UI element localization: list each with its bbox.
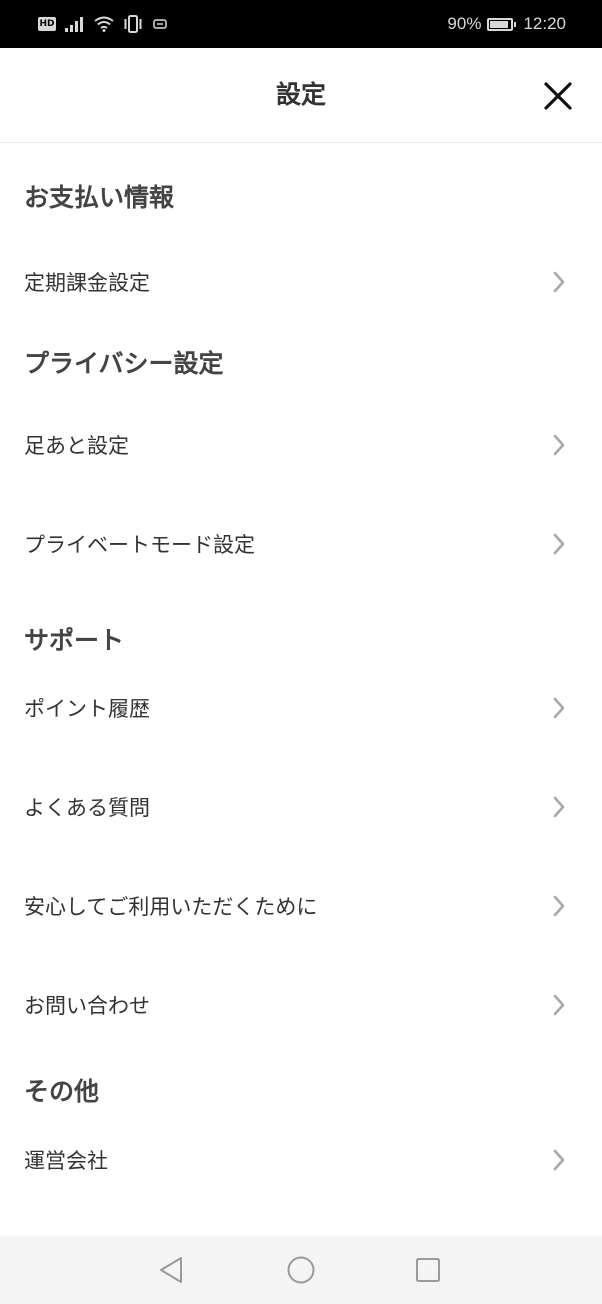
recents-square-icon[interactable] <box>412 1254 444 1286</box>
settings-row-footprints[interactable]: 足あと設定 <box>0 412 602 478</box>
section-heading-payment: お支払い情報 <box>24 182 175 212</box>
settings-row-point-history[interactable]: ポイント履歴 <box>0 672 602 744</box>
settings-row-private-mode[interactable]: プライベートモード設定 <box>0 478 602 610</box>
row-label: 運営会社 <box>24 1149 108 1173</box>
signal-icon <box>65 17 83 32</box>
section-heading-privacy: プライバシー設定 <box>24 349 224 378</box>
chevron-right-icon <box>553 271 565 293</box>
status-bar: HD 90% 12:20 <box>0 0 602 48</box>
chevron-right-icon <box>553 994 565 1016</box>
close-button[interactable] <box>538 76 578 116</box>
chevron-right-icon <box>553 1149 565 1171</box>
settings-row-contact[interactable]: お問い合わせ <box>0 942 602 1068</box>
section-heading-support: サポート <box>24 626 125 655</box>
settings-row-faq[interactable]: よくある質問 <box>0 744 602 870</box>
chevron-right-icon <box>553 697 565 719</box>
settings-screen: HD 90% 12:20 設定 お支払い情報 定期課金設定 プライバシー設定 足… <box>0 0 602 1304</box>
row-label: よくある質問 <box>24 796 150 820</box>
chevron-right-icon <box>553 796 565 818</box>
row-label: 定期課金設定 <box>24 271 150 295</box>
settings-row-safety[interactable]: 安心してご利用いただくために <box>0 870 602 942</box>
battery-icon <box>487 17 517 31</box>
notification-icon <box>153 19 167 29</box>
close-icon <box>544 82 572 110</box>
settings-row-company[interactable]: 運営会社 <box>0 1116 602 1204</box>
status-icons-left: HD <box>38 13 168 35</box>
chevron-right-icon <box>553 434 565 456</box>
row-label: ポイント履歴 <box>24 697 150 721</box>
home-circle-icon[interactable] <box>285 1254 317 1286</box>
back-triangle-icon[interactable] <box>155 1254 187 1286</box>
page-title: 設定 <box>275 80 326 109</box>
row-label: 足あと設定 <box>24 434 129 458</box>
row-label: プライベートモード設定 <box>24 533 255 557</box>
battery-level-fill <box>490 20 509 28</box>
row-label: お問い合わせ <box>24 994 150 1018</box>
settings-row-subscription[interactable]: 定期課金設定 <box>0 248 602 316</box>
battery-percent: 90% <box>447 14 482 33</box>
app-header: 設定 <box>0 48 602 143</box>
hd-icon: HD <box>38 17 56 31</box>
chevron-right-icon <box>553 895 565 917</box>
settings-list: お支払い情報 定期課金設定 プライバシー設定 足あと設定 プライベートモード設定… <box>0 143 602 1236</box>
system-nav-bar <box>0 1236 602 1304</box>
status-icons-right: 90% 12:20 <box>447 10 566 38</box>
row-label: 安心してご利用いただくために <box>24 895 318 919</box>
section-heading-other: その他 <box>24 1077 100 1106</box>
wifi-icon <box>94 16 114 32</box>
chevron-right-icon <box>553 533 565 555</box>
clock: 12:20 <box>523 14 566 33</box>
vibrate-icon <box>124 15 142 33</box>
